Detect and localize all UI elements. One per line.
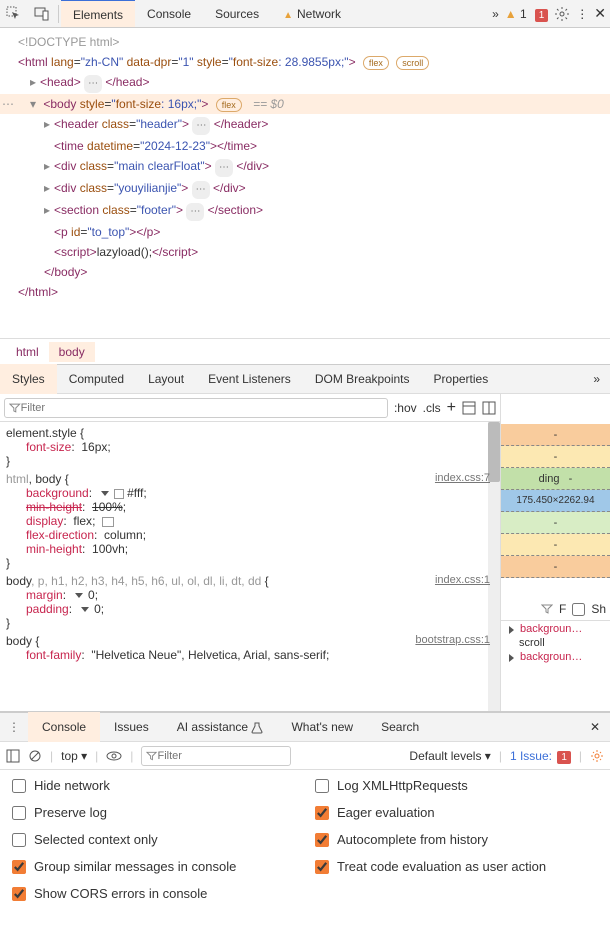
setting-log-xhr[interactable]: Log XMLHttpRequests — [315, 778, 598, 793]
drawer-close-icon[interactable]: ✕ — [580, 720, 610, 734]
tab-network[interactable]: Network — [271, 0, 353, 28]
breadcrumb: html body — [0, 338, 610, 364]
setting-cors-errors[interactable]: Show CORS errors in console — [12, 886, 295, 901]
show-all-checkbox[interactable] — [572, 603, 585, 616]
tab-elements[interactable]: Elements — [61, 0, 135, 27]
source-link[interactable]: bootstrap.css:1 — [415, 634, 490, 646]
filter-icon — [146, 750, 157, 762]
main-toolbar: Elements Console Sources Network » ▲ 1 1… — [0, 0, 610, 28]
flex-icon[interactable] — [102, 517, 114, 527]
drawer-tab-search[interactable]: Search — [367, 712, 433, 742]
drawer-tab-issues[interactable]: Issues — [100, 712, 163, 742]
ellipsis-icon[interactable]: ⋯ — [84, 75, 102, 93]
more-tabs-icon[interactable]: » — [583, 372, 610, 386]
styles-area: :hov .cls + element.style { font-size: 1… — [0, 394, 610, 712]
console-settings-icon[interactable] — [590, 749, 604, 763]
issues-link[interactable]: 1 Issue: 1 — [510, 749, 571, 763]
filter-icon[interactable] — [541, 603, 553, 615]
drawer-tabbar: ⋮ Console Issues AI assistance What's ne… — [0, 712, 610, 742]
inspect-icon[interactable] — [0, 0, 28, 28]
tab-console[interactable]: Console — [135, 0, 203, 28]
selected-marker: ⋯ — [2, 95, 14, 113]
tab-sources[interactable]: Sources — [203, 0, 271, 28]
drawer-tab-ai[interactable]: AI assistance — [163, 712, 278, 742]
tab-event-listeners[interactable]: Event Listeners — [196, 364, 303, 394]
setting-preserve-log[interactable]: Preserve log — [12, 805, 295, 820]
error-badge[interactable]: 1 — [533, 7, 549, 21]
tab-computed[interactable]: Computed — [57, 364, 136, 394]
pill-scroll[interactable]: scroll — [396, 56, 429, 70]
box-model[interactable]: - - ding - 175.450×2262.94 - - - — [501, 394, 610, 578]
source-link[interactable]: index.css:7 — [435, 472, 490, 484]
hov-toggle[interactable]: :hov — [394, 401, 417, 415]
log-levels[interactable]: Default levels ▾ — [409, 749, 490, 763]
styles-list[interactable]: element.style { font-size: 16px; } index… — [0, 422, 500, 711]
new-rule-icon[interactable]: + — [447, 399, 456, 417]
pill-flex[interactable]: flex — [216, 98, 242, 112]
expand-icon[interactable] — [101, 491, 109, 496]
console-settings-panel: Hide network Preserve log Selected conte… — [0, 770, 610, 909]
filter-icon — [9, 402, 21, 414]
tab-styles[interactable]: Styles — [0, 364, 57, 394]
more-tabs-icon[interactable]: » — [492, 7, 499, 21]
expand-arrow[interactable]: ▾ — [30, 95, 40, 113]
styles-toolbar: :hov .cls + — [0, 394, 500, 422]
console-sidebar-icon[interactable] — [6, 749, 20, 763]
expand-arrow[interactable]: ▸ — [44, 115, 54, 133]
console-ref: == $0 — [253, 97, 284, 111]
tab-layout[interactable]: Layout — [136, 364, 196, 394]
styles-tabbar: Styles Computed Layout Event Listeners D… — [0, 364, 610, 394]
setting-user-action[interactable]: Treat code evaluation as user action — [315, 859, 598, 874]
source-link[interactable]: index.css:1 — [435, 574, 490, 586]
cls-toggle[interactable]: .cls — [423, 401, 441, 415]
close-icon[interactable]: ✕ — [594, 5, 606, 22]
setting-eager-eval[interactable]: Eager evaluation — [315, 805, 598, 820]
style-rule[interactable]: element.style { font-size: 16px; } — [6, 426, 494, 468]
setting-group-similar[interactable]: Group similar messages in console — [12, 859, 295, 874]
console-filter-input[interactable] — [157, 750, 286, 762]
flask-icon — [251, 722, 263, 734]
computed-prop[interactable]: backgroun… — [501, 621, 610, 637]
console-filter[interactable] — [141, 746, 291, 766]
style-rule[interactable]: index.css:7 html, body { background: #ff… — [6, 472, 494, 570]
styles-filter-input[interactable] — [21, 402, 383, 414]
live-expression-icon[interactable] — [106, 749, 122, 763]
drawer-menu-icon[interactable]: ⋮ — [0, 720, 28, 734]
device-toggle-icon[interactable] — [28, 0, 56, 28]
color-swatch[interactable] — [114, 489, 124, 499]
setting-autocomplete[interactable]: Autocomplete from history — [315, 832, 598, 847]
kebab-icon[interactable]: ⋮ — [576, 7, 588, 21]
crumb-body[interactable]: body — [49, 342, 95, 362]
layout-toggle-icon[interactable] — [482, 401, 496, 415]
computed-toggle-icon[interactable] — [462, 401, 476, 415]
computed-filter-bar: F Sh — [501, 598, 610, 621]
console-toolbar: | top ▾ | | Default levels ▾ | 1 Issue: … — [0, 742, 610, 770]
dom-tree[interactable]: <!DOCTYPE html> <html lang="zh-CN" data-… — [0, 28, 610, 338]
style-rule[interactable]: bootstrap.css:1 body { font-family: "Hel… — [6, 634, 494, 662]
computed-list[interactable]: backgroun… scroll backgroun… — [501, 621, 610, 711]
setting-hide-network[interactable]: Hide network — [12, 778, 295, 793]
settings-icon[interactable] — [554, 6, 570, 22]
warning-badge[interactable]: ▲ 1 — [505, 7, 527, 21]
context-selector[interactable]: top ▾ — [61, 749, 87, 763]
crumb-html[interactable]: html — [6, 342, 49, 362]
pill-flex[interactable]: flex — [363, 56, 389, 70]
computed-prop[interactable]: backgroun… — [501, 649, 610, 665]
drawer-tab-whatsnew[interactable]: What's new — [277, 712, 367, 742]
expand-arrow[interactable]: ▸ — [30, 73, 40, 91]
styles-filter[interactable] — [4, 398, 388, 418]
separator — [58, 5, 59, 23]
clear-console-icon[interactable] — [28, 749, 42, 763]
drawer-tab-console[interactable]: Console — [28, 712, 100, 742]
setting-selected-context[interactable]: Selected context only — [12, 832, 295, 847]
computed-sidebar: - - ding - 175.450×2262.94 - - - F Sh ba… — [500, 394, 610, 711]
doctype[interactable]: <!DOCTYPE html> — [18, 35, 119, 49]
tab-dom-breakpoints[interactable]: DOM Breakpoints — [303, 364, 422, 394]
tab-properties[interactable]: Properties — [422, 364, 501, 394]
style-rule[interactable]: index.css:1 body, p, h1, h2, h3, h4, h5,… — [6, 574, 494, 630]
